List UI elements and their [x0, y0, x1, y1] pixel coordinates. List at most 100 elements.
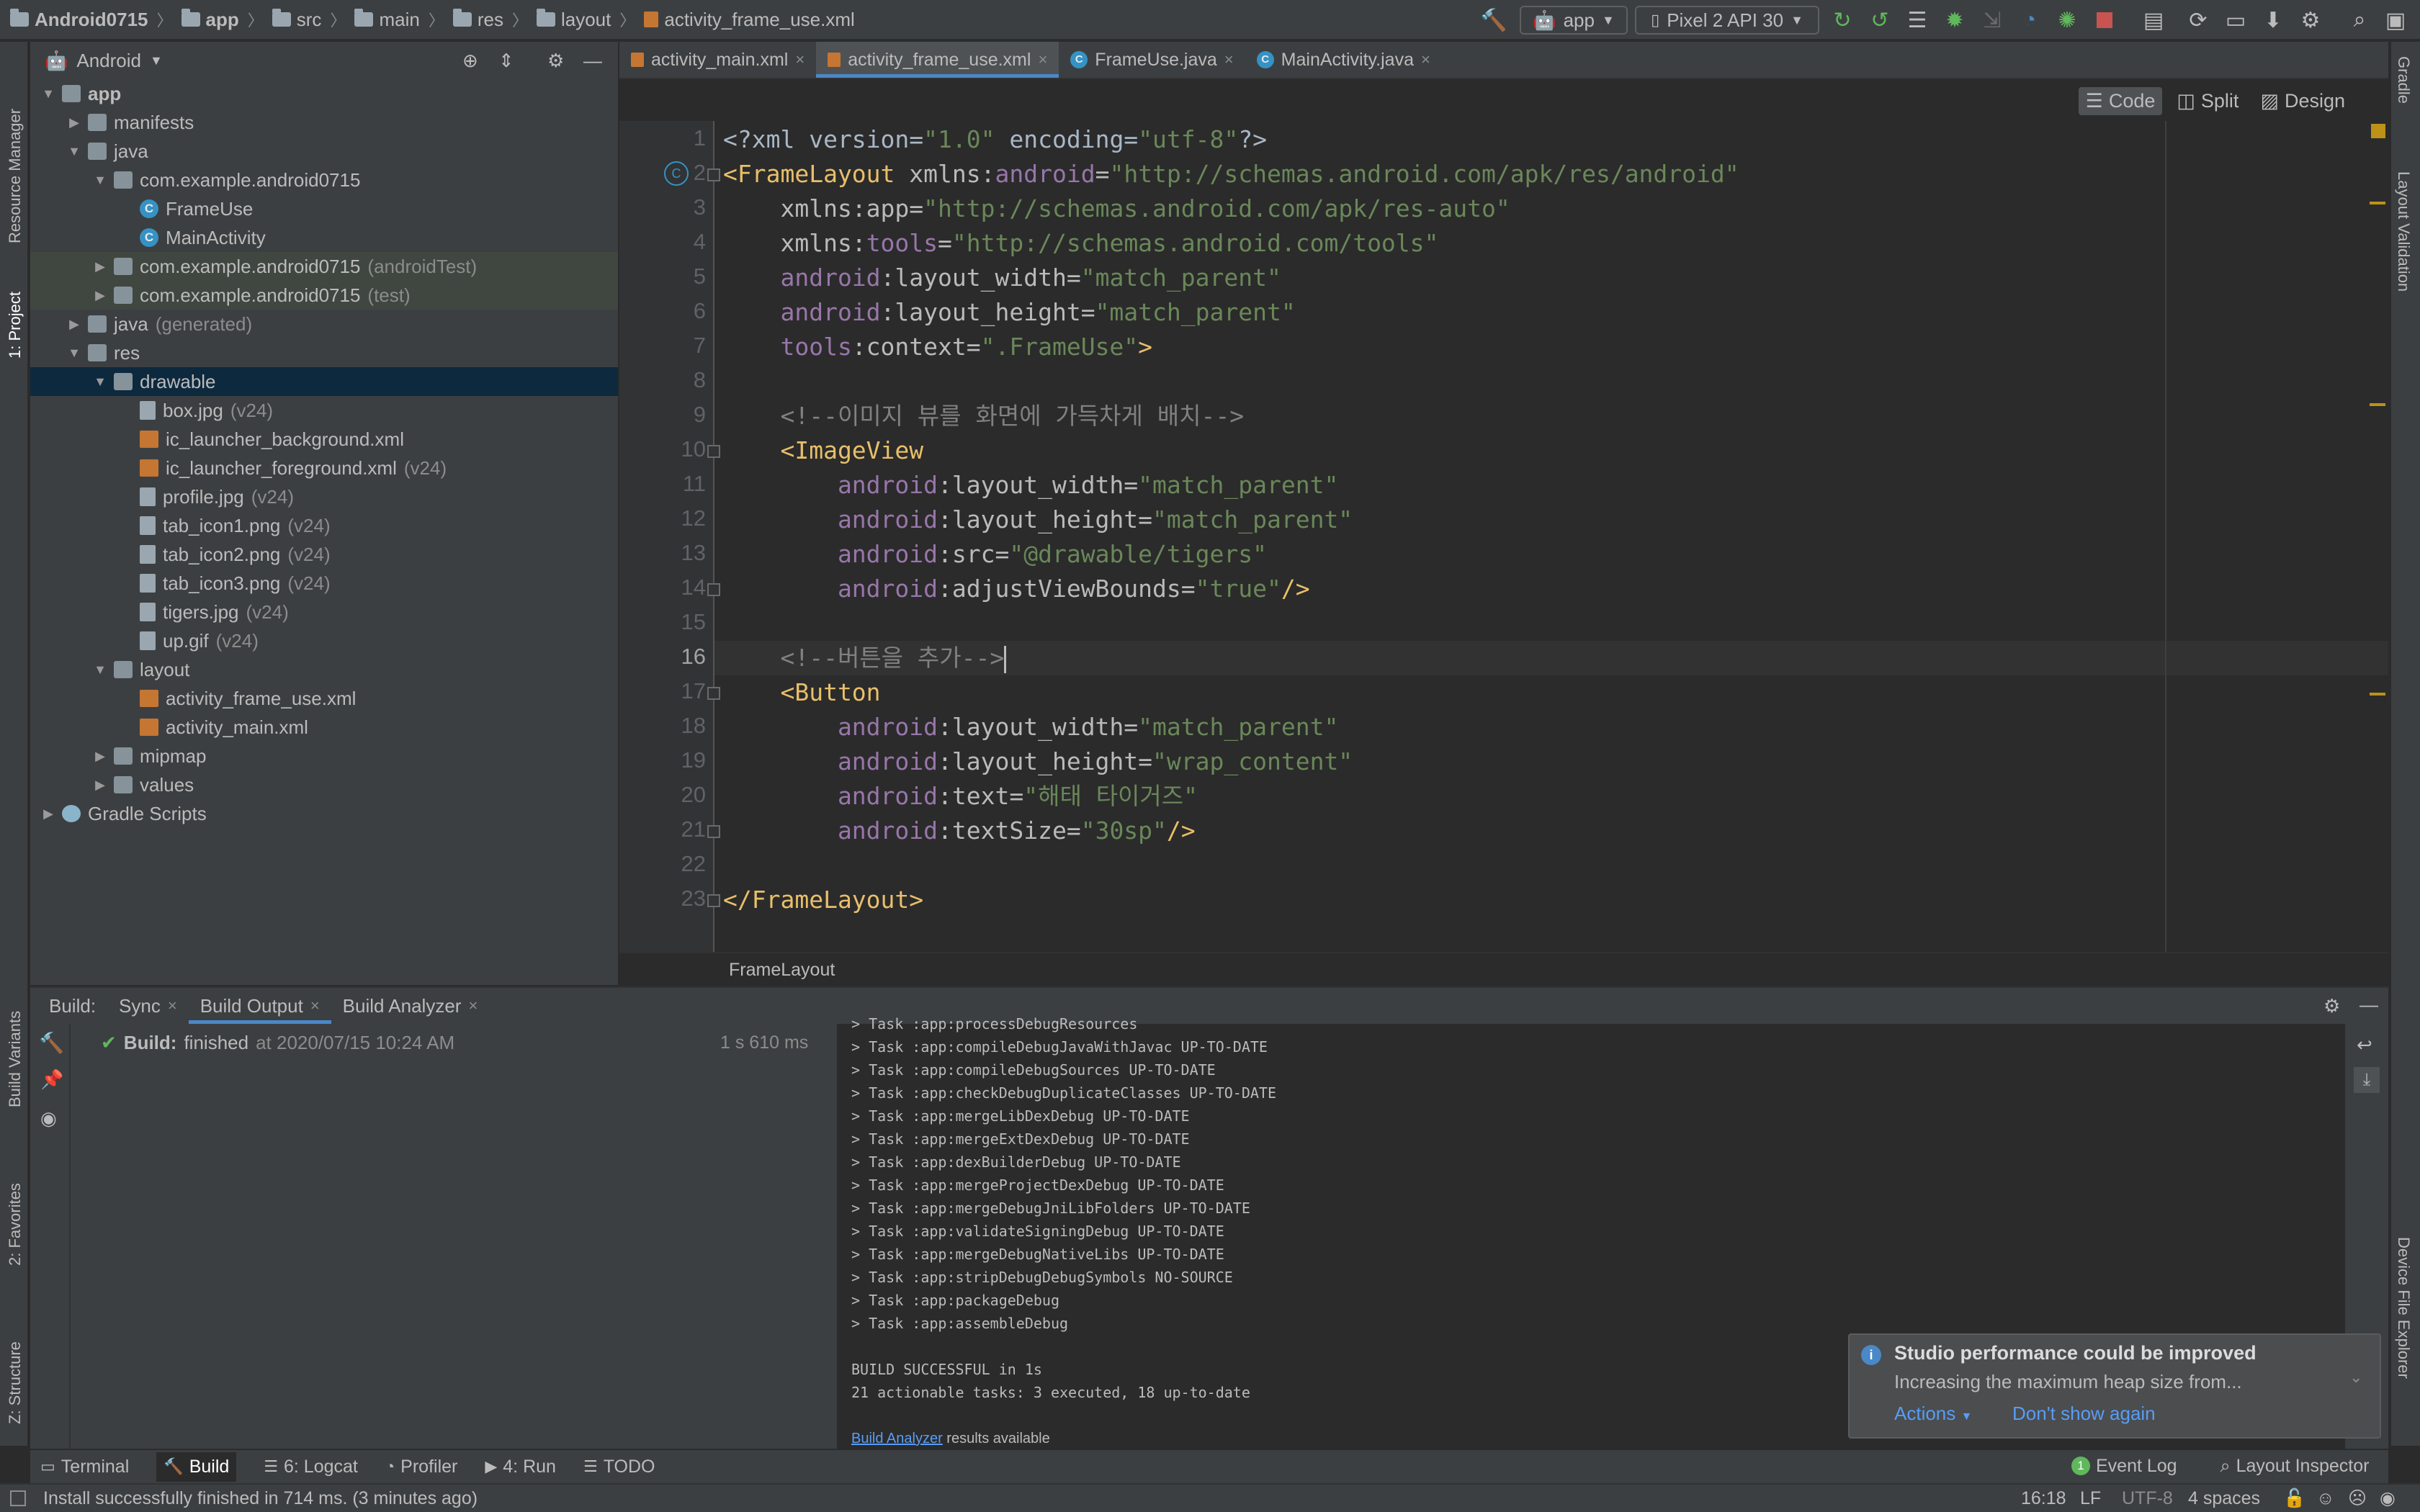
- close-icon[interactable]: ×: [1038, 50, 1047, 69]
- tree-item[interactable]: tab_icon1.png (v24): [30, 511, 618, 540]
- indent-setting[interactable]: 4 spaces: [2188, 1488, 2260, 1509]
- apply-changes-icon[interactable]: ↻: [1828, 6, 1857, 35]
- line-separator[interactable]: LF: [2080, 1488, 2101, 1509]
- resource-manager-tab[interactable]: Resource Manager: [6, 109, 24, 243]
- close-icon[interactable]: ×: [1421, 50, 1430, 69]
- gear-icon[interactable]: ⚙: [2323, 995, 2340, 1017]
- project-structure-icon[interactable]: ▤: [2139, 6, 2168, 35]
- memory-indicator-icon[interactable]: ◉: [2380, 1488, 2396, 1509]
- tool-window-button[interactable]: ▶ 4: Run: [485, 1457, 556, 1477]
- breadcrumb-item[interactable]: 〉 app: [148, 0, 239, 40]
- eye-icon[interactable]: ◉: [40, 1107, 57, 1130]
- breadcrumb-item[interactable]: Android0715: [10, 0, 148, 40]
- tree-item[interactable]: tigers.jpg (v24): [30, 598, 618, 626]
- collapse-arrow-icon[interactable]: ▶: [92, 749, 108, 764]
- editor-tab[interactable]: activity_frame_use.xml ×: [816, 42, 1059, 78]
- tree-item[interactable]: ic_launcher_foreground.xml (v24): [30, 454, 618, 482]
- tree-item[interactable]: ▼ layout: [30, 655, 618, 684]
- file-encoding[interactable]: UTF-8: [2122, 1488, 2173, 1509]
- breadcrumb-item[interactable]: 〉 src: [239, 0, 322, 40]
- soft-wrap-icon[interactable]: ↩: [2357, 1034, 2372, 1056]
- tree-item[interactable]: C MainActivity: [30, 223, 618, 252]
- expand-arrow-icon[interactable]: ▼: [92, 662, 108, 678]
- feedback-face-icon[interactable]: ☹: [2348, 1488, 2367, 1509]
- tree-item[interactable]: box.jpg (v24): [30, 396, 618, 425]
- expand-arrow-icon[interactable]: ▼: [66, 144, 82, 159]
- chevron-down-icon[interactable]: ▼: [150, 53, 163, 68]
- expand-arrow-icon[interactable]: ▼: [92, 173, 108, 188]
- collapse-arrow-icon[interactable]: ▶: [40, 806, 56, 822]
- code-view-button[interactable]: ☰ Code: [2078, 86, 2163, 115]
- git-icon[interactable]: ▣: [2381, 6, 2410, 35]
- fold-marker-icon[interactable]: [707, 894, 720, 907]
- expand-arrow-icon[interactable]: ▼: [92, 374, 108, 390]
- device-manager-icon[interactable]: ⚙: [2296, 6, 2325, 35]
- run-configs-list-icon[interactable]: ☰: [1903, 6, 1932, 35]
- tree-item[interactable]: ▶ Gradle Scripts: [30, 799, 618, 828]
- minimize-icon[interactable]: —: [2360, 994, 2378, 1016]
- tree-item[interactable]: ▼ java: [30, 137, 618, 166]
- tree-item[interactable]: ▶ mipmap: [30, 742, 618, 770]
- collapse-arrow-icon[interactable]: ▶: [66, 115, 82, 130]
- gradle-tab[interactable]: Gradle: [2394, 56, 2413, 104]
- tree-item[interactable]: profile.jpg (v24): [30, 482, 618, 511]
- favorites-tab[interactable]: 2: Favorites: [6, 1183, 24, 1266]
- class-gutter-icon[interactable]: C: [664, 161, 689, 186]
- event-log-button[interactable]: 1 Event Log: [2071, 1456, 2177, 1477]
- collapse-arrow-icon[interactable]: ▶: [92, 778, 108, 793]
- tool-window-button[interactable]: ☰ 6: Logcat: [264, 1457, 358, 1477]
- sdk-manager-icon[interactable]: ⬇: [2259, 6, 2287, 35]
- gear-icon[interactable]: ⚙: [547, 50, 564, 72]
- search-icon[interactable]: ⌕: [2345, 6, 2374, 35]
- close-icon[interactable]: ×: [468, 996, 478, 1015]
- breadcrumb-item[interactable]: 〉 layout: [503, 0, 611, 40]
- breadcrumb-item[interactable]: 〉 activity_frame_use.xml: [611, 0, 854, 40]
- tree-item[interactable]: tab_icon3.png (v24): [30, 569, 618, 598]
- device-selector[interactable]: ▯ Pixel 2 API 30 ▼: [1635, 6, 1819, 35]
- editor-tab[interactable]: C FrameUse.java ×: [1059, 42, 1245, 78]
- tool-window-button[interactable]: ▭ Terminal: [40, 1457, 129, 1477]
- warning-indicator-icon[interactable]: [2371, 124, 2385, 138]
- tree-item[interactable]: activity_main.xml: [30, 713, 618, 742]
- build-variants-tab[interactable]: Build Variants: [6, 1011, 24, 1107]
- fold-marker-icon[interactable]: [707, 168, 720, 181]
- fold-marker-icon[interactable]: [707, 583, 720, 596]
- split-view-button[interactable]: ◫ Split: [2169, 87, 2246, 115]
- tool-window-button[interactable]: ☰ TODO: [583, 1457, 655, 1477]
- device-file-explorer-tab[interactable]: Device File Explorer: [2394, 1237, 2413, 1379]
- editor-tab[interactable]: C MainActivity.java ×: [1245, 42, 1442, 78]
- tree-item[interactable]: ▼ com.example.android0715: [30, 166, 618, 194]
- fold-marker-icon[interactable]: [707, 687, 720, 700]
- tree-item[interactable]: ▼ app: [30, 79, 618, 108]
- run-config-selector[interactable]: 🤖 app ▼: [1520, 6, 1628, 35]
- build-tab[interactable]: Sync ×: [107, 988, 189, 1024]
- tree-item[interactable]: tab_icon2.png (v24): [30, 540, 618, 569]
- tool-windows-toggle-icon[interactable]: [10, 1490, 26, 1506]
- build-status-row[interactable]: ✔ Build: finished at 2020/07/15 10:24 AM: [101, 1028, 454, 1057]
- error-stripe-marker[interactable]: [2370, 202, 2385, 204]
- debug-bug-icon[interactable]: ✹: [1940, 6, 1969, 35]
- fold-marker-icon[interactable]: [707, 825, 720, 838]
- close-icon[interactable]: ×: [168, 996, 177, 1015]
- editor-tab[interactable]: activity_main.xml ×: [619, 42, 816, 78]
- minimize-icon[interactable]: —: [583, 50, 602, 72]
- inspection-face-icon[interactable]: ☺: [2316, 1488, 2335, 1509]
- project-tab[interactable]: 1: Project: [6, 292, 24, 359]
- collapse-arrow-icon[interactable]: ▶: [92, 259, 108, 274]
- design-view-button[interactable]: ▨ Design: [2253, 87, 2352, 115]
- tree-item[interactable]: ▶ values: [30, 770, 618, 799]
- collapse-arrow-icon[interactable]: ▶: [66, 317, 82, 332]
- tree-item[interactable]: C FrameUse: [30, 194, 618, 223]
- caret-position[interactable]: 16:18: [2021, 1488, 2066, 1509]
- tree-item[interactable]: ▼ drawable: [30, 367, 618, 396]
- tree-item[interactable]: ▼ res: [30, 338, 618, 367]
- lock-icon[interactable]: 🔓: [2283, 1488, 2305, 1509]
- dont-show-again-link[interactable]: Don't show again: [2012, 1403, 2156, 1425]
- locate-file-icon[interactable]: ⊕: [462, 50, 478, 72]
- build-tab[interactable]: Build Analyzer ×: [331, 988, 490, 1024]
- scroll-to-end-icon[interactable]: ⤓: [2354, 1067, 2380, 1093]
- project-view-mode[interactable]: Android: [76, 50, 141, 72]
- tree-item[interactable]: ▶ manifests: [30, 108, 618, 137]
- close-icon[interactable]: ×: [1224, 50, 1234, 69]
- error-stripe-marker[interactable]: [2370, 403, 2385, 406]
